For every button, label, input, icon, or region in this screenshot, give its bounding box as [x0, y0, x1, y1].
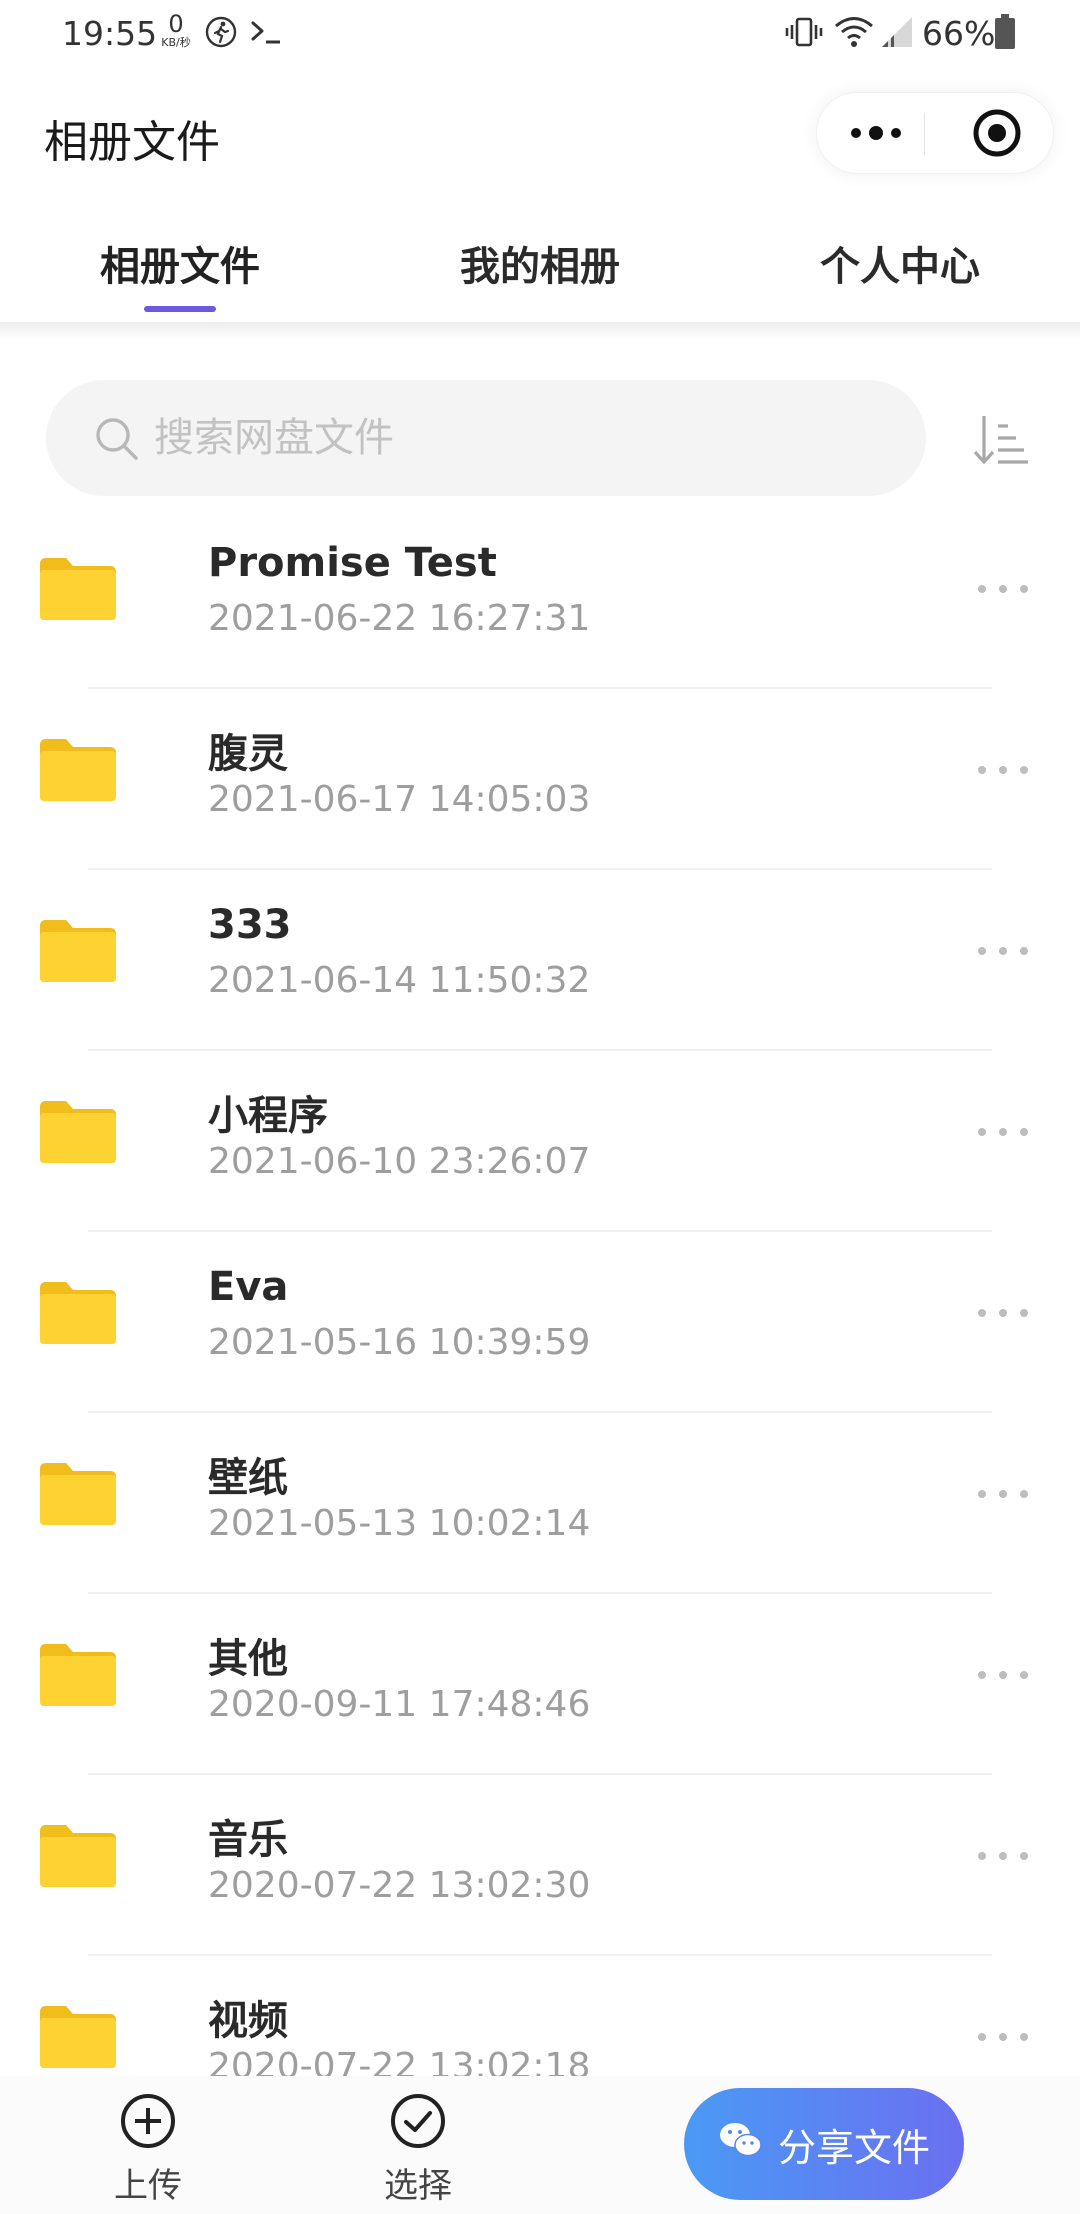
wechat-icon: [718, 2120, 764, 2169]
more-menu-button[interactable]: [817, 93, 935, 173]
page-title: 相册文件: [44, 117, 220, 168]
more-dots-icon: [851, 126, 901, 140]
file-name: 腹灵: [208, 731, 288, 777]
more-options-icon[interactable]: [978, 1479, 1028, 1509]
folder-icon: [40, 739, 116, 801]
check-circle-icon: [391, 2094, 445, 2148]
folder-icon: [40, 1825, 116, 1887]
file-row[interactable]: 其他 2020-09-11 17:48:46: [0, 1594, 1080, 1775]
folder-icon: [40, 1463, 116, 1525]
tab-bar: 相册文件 我的相册 个人中心: [0, 224, 1080, 324]
more-options-icon[interactable]: [978, 574, 1028, 604]
file-name: Eva: [208, 1264, 289, 1310]
folder-icon: [40, 1644, 116, 1706]
file-date: 2020-09-11 17:48:46: [208, 1684, 591, 1725]
more-options-icon[interactable]: [978, 1298, 1028, 1328]
folder-icon: [40, 2006, 116, 2068]
share-files-button[interactable]: 分享文件: [684, 2088, 964, 2200]
file-name: 小程序: [208, 1093, 328, 1139]
folder-icon: [40, 920, 116, 982]
file-date: 2021-06-22 16:27:31: [208, 598, 591, 639]
status-time: 19:55: [62, 14, 158, 53]
file-row[interactable]: 333 2021-06-14 11:50:32: [0, 870, 1080, 1051]
file-row[interactable]: 腹灵 2021-06-17 14:05:03: [0, 689, 1080, 870]
file-row[interactable]: 音乐 2020-07-22 13:02:30: [0, 1775, 1080, 1956]
walking-icon: [204, 15, 238, 53]
close-mini-program-button[interactable]: [947, 93, 1047, 173]
file-date: 2021-05-16 10:39:59: [208, 1322, 591, 1363]
share-files-label: 分享文件: [777, 2125, 930, 2170]
file-name: 其他: [208, 1636, 288, 1682]
capsule-divider: [924, 113, 925, 155]
vibrate-icon: [784, 15, 824, 53]
file-name: 壁纸: [208, 1455, 288, 1501]
sort-descending-icon: [973, 416, 1028, 465]
select-button[interactable]: 选择: [358, 2092, 478, 2207]
file-row[interactable]: 小程序 2021-06-10 23:26:07: [0, 1051, 1080, 1232]
search-input[interactable]: [154, 408, 854, 468]
battery-icon: [994, 14, 1016, 54]
folder-icon: [40, 558, 116, 620]
active-tab-indicator: [144, 306, 216, 312]
header-divider: [0, 322, 1080, 340]
search-icon: [94, 416, 140, 466]
folder-icon: [40, 1101, 116, 1163]
mini-program-capsule: [816, 92, 1054, 174]
file-name: 音乐: [208, 1817, 288, 1863]
file-row[interactable]: Eva 2021-05-16 10:39:59: [0, 1232, 1080, 1413]
file-name: 视频: [208, 1998, 288, 2044]
network-speed-unit: KB/秒: [161, 36, 191, 49]
signal-icon: [880, 15, 916, 53]
file-date: 2021-05-13 10:02:14: [208, 1503, 591, 1544]
network-speed: 0 KB/秒: [156, 12, 196, 48]
battery-percentage: 66%: [922, 14, 996, 53]
wifi-icon: [834, 15, 874, 53]
more-options-icon[interactable]: [978, 755, 1028, 785]
sort-button[interactable]: [972, 412, 1032, 468]
select-label: 选择: [384, 2166, 452, 2206]
more-options-icon[interactable]: [978, 1117, 1028, 1147]
status-bar: 19:55 0 KB/秒 66%: [0, 0, 1080, 66]
search-bar: [46, 380, 926, 496]
file-name: Promise Test: [208, 540, 497, 586]
folder-icon: [40, 1282, 116, 1344]
network-speed-value: 0: [168, 10, 184, 38]
tab-album-files[interactable]: 相册文件: [60, 234, 300, 292]
tab-my-albums[interactable]: 我的相册: [420, 234, 660, 292]
file-date: 2021-06-10 23:26:07: [208, 1141, 591, 1182]
more-options-icon[interactable]: [978, 1660, 1028, 1690]
file-row[interactable]: 壁纸 2021-05-13 10:02:14: [0, 1413, 1080, 1594]
upload-button[interactable]: 上传: [88, 2092, 208, 2207]
plus-circle-icon: [121, 2094, 175, 2148]
file-date: 2021-06-17 14:05:03: [208, 779, 591, 820]
target-close-icon: [973, 109, 1021, 157]
more-options-icon[interactable]: [978, 2022, 1028, 2052]
file-date: 2020-07-22 13:02:30: [208, 1865, 591, 1906]
file-row[interactable]: Promise Test 2021-06-22 16:27:31: [0, 508, 1080, 689]
upload-label: 上传: [114, 2166, 182, 2206]
more-options-icon[interactable]: [978, 1841, 1028, 1871]
file-date: 2021-06-14 11:50:32: [208, 960, 591, 1001]
bottom-action-bar: 上传 选择 分享文件: [0, 2076, 1080, 2214]
more-options-icon[interactable]: [978, 936, 1028, 966]
terminal-icon: [250, 18, 286, 52]
file-name: 333: [208, 902, 292, 948]
tab-profile[interactable]: 个人中心: [780, 234, 1020, 292]
